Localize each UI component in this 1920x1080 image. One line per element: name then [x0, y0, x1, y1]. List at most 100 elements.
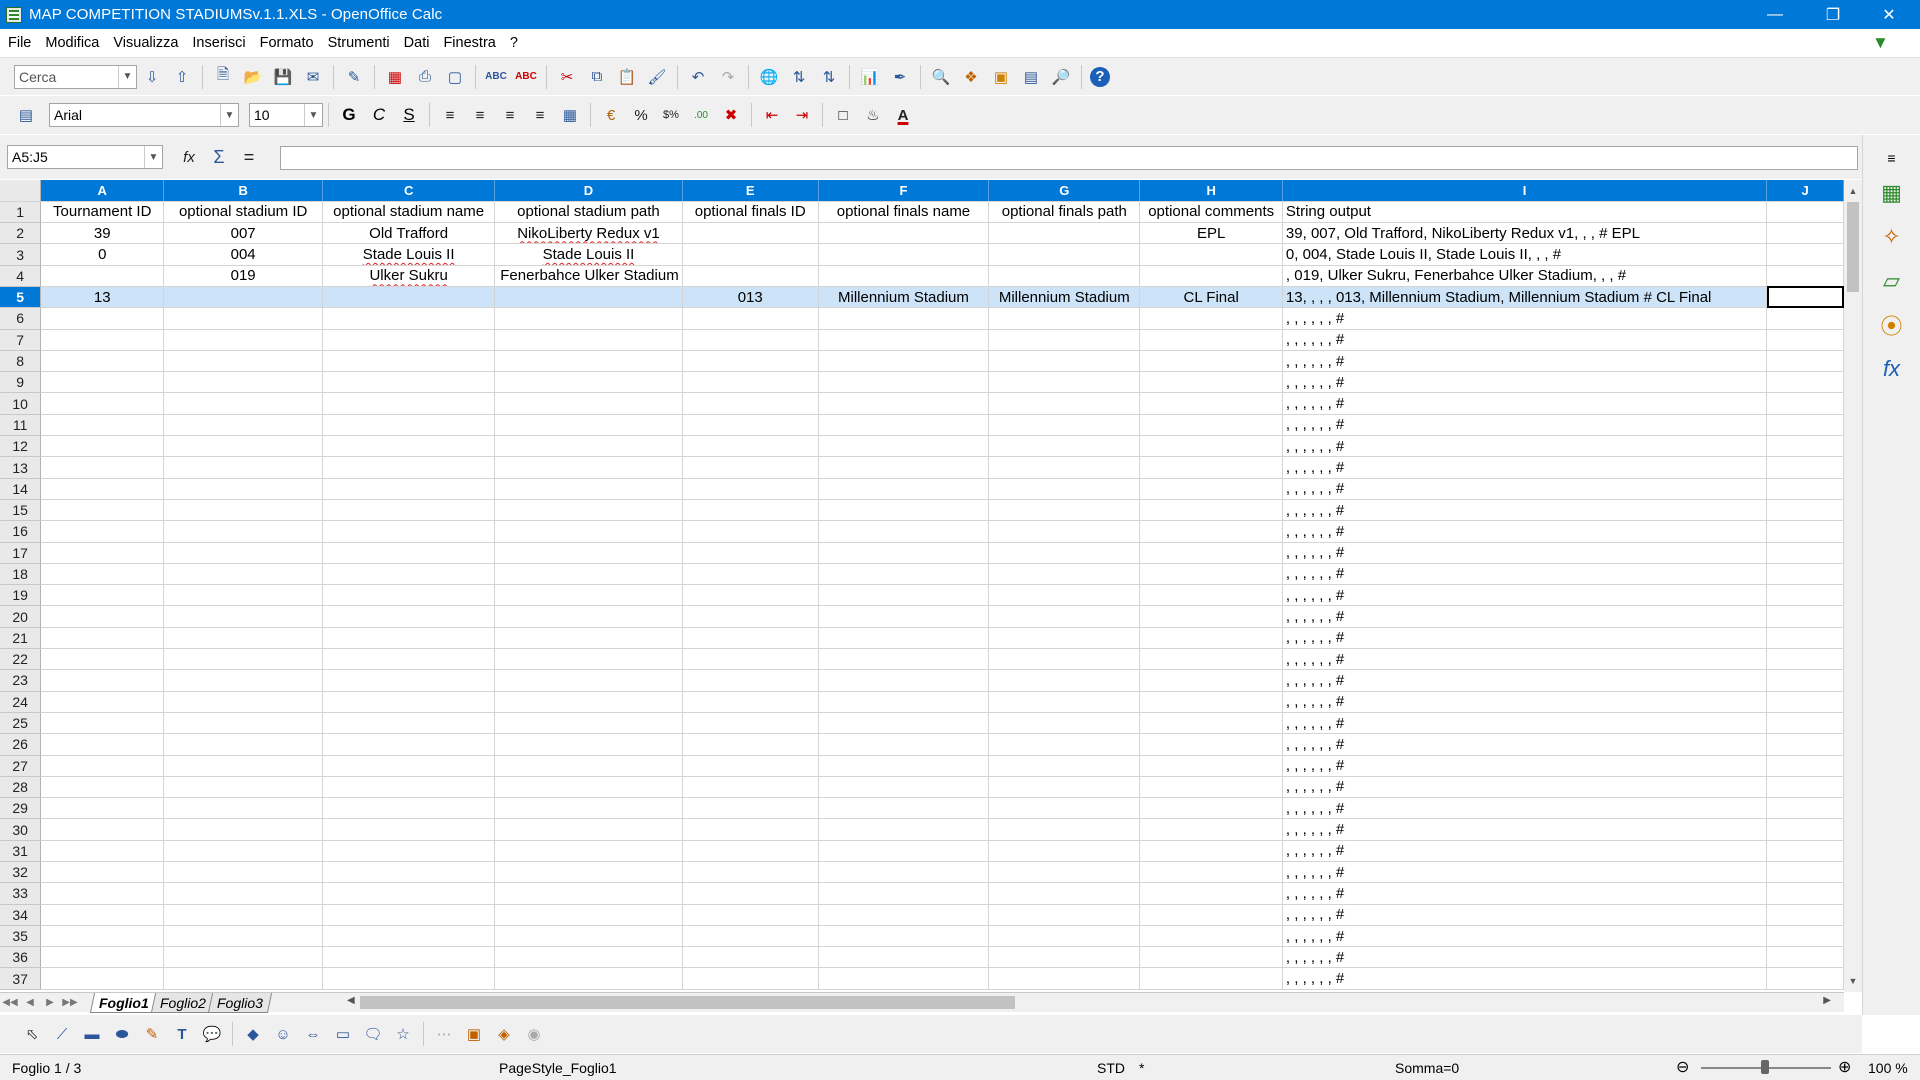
cell[interactable]: [163, 755, 324, 777]
row-header[interactable]: 33: [0, 882, 42, 905]
cell[interactable]: Ulker Sukru: [322, 265, 496, 287]
cell[interactable]: [163, 307, 324, 330]
align-left-icon[interactable]: ≡: [438, 103, 462, 127]
cell[interactable]: [1766, 520, 1844, 543]
cell[interactable]: , , , , , , #: [1282, 456, 1768, 479]
cell[interactable]: [818, 499, 990, 522]
cell[interactable]: [682, 797, 819, 820]
row-header[interactable]: 24: [0, 691, 42, 713]
cell[interactable]: [40, 797, 165, 820]
justify-icon[interactable]: ≡: [528, 103, 552, 127]
cell[interactable]: [818, 733, 990, 756]
cell[interactable]: [40, 946, 165, 969]
cell[interactable]: [163, 499, 324, 522]
cell[interactable]: 39, 007, Old Trafford, NikoLiberty Redux…: [1282, 222, 1768, 245]
cut-icon[interactable]: ✂: [555, 65, 579, 89]
name-box[interactable]: A5:J5 ▼: [7, 145, 163, 169]
vertical-scroll-thumb[interactable]: [1847, 202, 1859, 292]
cell[interactable]: [1766, 499, 1844, 522]
cell[interactable]: [163, 818, 324, 841]
minimize-button[interactable]: —: [1752, 0, 1798, 29]
cell[interactable]: [163, 542, 324, 564]
cell[interactable]: [163, 329, 324, 351]
cell[interactable]: [682, 392, 819, 415]
cell[interactable]: [322, 648, 496, 671]
cell[interactable]: [1766, 627, 1844, 650]
chevron-down-icon[interactable]: ▼: [118, 65, 136, 88]
cell[interactable]: [494, 797, 683, 820]
cell[interactable]: [40, 371, 165, 394]
cell[interactable]: [818, 542, 990, 564]
row-header[interactable]: 26: [0, 733, 42, 756]
cell[interactable]: [40, 840, 165, 863]
cell[interactable]: [494, 691, 683, 713]
cell[interactable]: [1139, 733, 1283, 756]
cell[interactable]: [163, 286, 324, 309]
cell[interactable]: [818, 520, 990, 543]
horizontal-scrollbar[interactable]: ◀ ▶: [345, 994, 1835, 1010]
cell[interactable]: NikoLiberty Redux v1: [494, 222, 683, 245]
row-header[interactable]: 14: [0, 478, 42, 500]
column-header-i[interactable]: I: [1282, 180, 1768, 202]
cell[interactable]: [818, 840, 990, 863]
cell[interactable]: [988, 414, 1141, 437]
cell[interactable]: [1766, 904, 1844, 926]
cell[interactable]: [682, 605, 819, 628]
cell[interactable]: [818, 605, 990, 628]
cell[interactable]: , , , , , , #: [1282, 946, 1768, 969]
cell[interactable]: [322, 350, 496, 373]
formula-equals-icon[interactable]: =: [237, 145, 261, 169]
flowchart-icon[interactable]: ▭: [331, 1022, 355, 1046]
prev-sheet-icon[interactable]: ◀: [20, 997, 40, 1008]
cell[interactable]: [40, 755, 165, 777]
cell[interactable]: [682, 712, 819, 735]
cell[interactable]: [988, 350, 1141, 373]
sheet-tab-foglio3[interactable]: Foglio3: [207, 992, 272, 1013]
row-header[interactable]: 16: [0, 520, 42, 543]
next-sheet-icon[interactable]: ▶: [40, 997, 60, 1008]
chevron-down-icon[interactable]: ▼: [220, 104, 238, 126]
cell[interactable]: [818, 265, 990, 287]
cell[interactable]: [1766, 414, 1844, 437]
cell[interactable]: [1766, 925, 1844, 948]
cell[interactable]: [988, 222, 1141, 245]
cell[interactable]: [1139, 350, 1283, 373]
cell[interactable]: , , , , , , #: [1282, 563, 1768, 586]
cell[interactable]: [818, 456, 990, 479]
update-icon[interactable]: ▼: [1872, 33, 1889, 53]
cell[interactable]: [988, 946, 1141, 969]
cell[interactable]: Old Trafford: [322, 222, 496, 245]
vertical-scrollbar[interactable]: ▲ ▼: [1844, 180, 1862, 992]
cell[interactable]: [322, 392, 496, 415]
cell[interactable]: [682, 371, 819, 394]
scroll-left-icon[interactable]: ◀: [347, 995, 355, 1006]
cell[interactable]: [1139, 925, 1283, 948]
ellipse-icon[interactable]: ⬬: [110, 1022, 134, 1046]
cell[interactable]: [1139, 307, 1283, 330]
cell[interactable]: optional stadium path: [494, 201, 683, 224]
delete-decimal-icon[interactable]: ✖: [719, 103, 743, 127]
row-header[interactable]: 19: [0, 584, 42, 607]
chevron-down-icon[interactable]: ▼: [144, 146, 162, 168]
cell[interactable]: [322, 456, 496, 479]
restore-button[interactable]: ❐: [1810, 0, 1856, 29]
cell[interactable]: [494, 904, 683, 926]
cell[interactable]: , , , , , , #: [1282, 307, 1768, 330]
row-header[interactable]: 28: [0, 776, 42, 799]
find-next-icon[interactable]: ⇩: [140, 65, 164, 89]
cell[interactable]: [988, 371, 1141, 394]
cell[interactable]: [1139, 691, 1283, 713]
cell[interactable]: [494, 733, 683, 756]
cell[interactable]: Tournament ID: [40, 201, 165, 224]
cell[interactable]: [494, 286, 683, 309]
cell[interactable]: , , , , , , #: [1282, 904, 1768, 926]
cell[interactable]: [1766, 435, 1844, 458]
cell[interactable]: [40, 648, 165, 671]
cell[interactable]: [1139, 371, 1283, 394]
cell[interactable]: [818, 414, 990, 437]
row-header[interactable]: 3: [0, 243, 42, 266]
cell[interactable]: [682, 478, 819, 500]
sort-descending-icon[interactable]: ⇅: [817, 65, 841, 89]
sum-display[interactable]: Somma=0: [1395, 1060, 1459, 1076]
font-name-combo[interactable]: Arial ▼: [49, 103, 239, 127]
